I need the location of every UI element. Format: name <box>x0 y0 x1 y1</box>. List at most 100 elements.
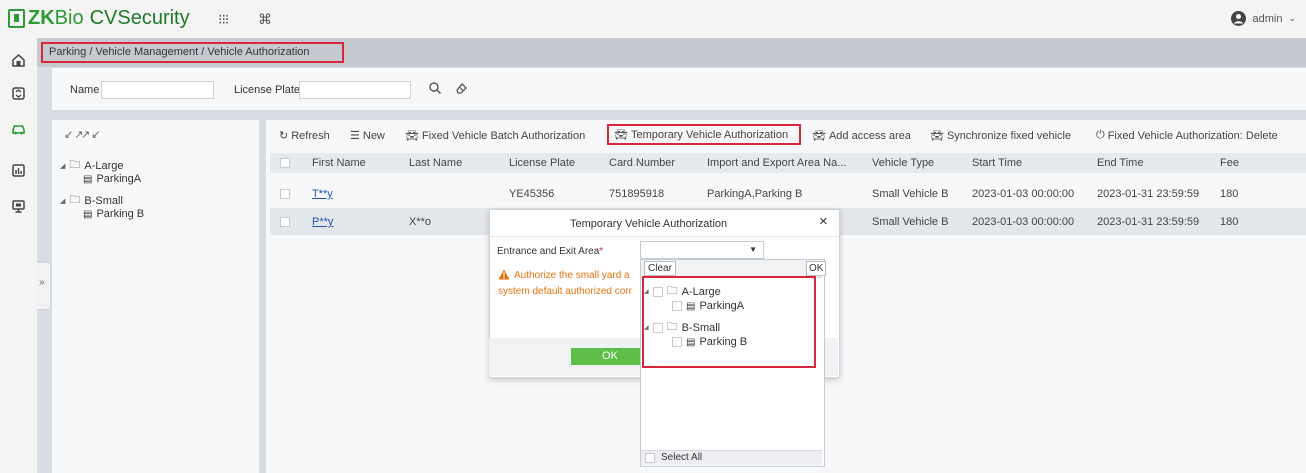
select-arrow-icon: ▼ <box>749 245 757 254</box>
col-card-number[interactable]: Card Number <box>609 157 675 169</box>
delete-label: Fixed Vehicle Authorization: Delete <box>1107 129 1278 142</box>
dialog-divider <box>490 236 839 237</box>
select-all-checkbox[interactable] <box>645 453 655 463</box>
monitor-icon[interactable] <box>11 199 26 214</box>
area-select[interactable]: ▼ <box>640 241 764 259</box>
batch-label: Fixed Vehicle Batch Authorization <box>421 129 586 142</box>
user-menu[interactable]: admin ⌄ <box>1231 11 1296 26</box>
car-icon: 🚘︎ <box>614 129 628 141</box>
delete-authorization-button[interactable]: ⏻ Fixed Vehicle Authorization: Delete <box>1096 129 1278 142</box>
cell-fee: 180 <box>1220 188 1239 200</box>
logo-product-text: CVSecurity <box>89 6 190 29</box>
highlight-box <box>642 276 816 368</box>
batch-authorization-button[interactable]: 🚘︎ Fixed Vehicle Batch Authorization <box>405 129 586 143</box>
chevron-down-icon: ⌄ <box>1288 13 1296 23</box>
cell-end-time: 2023-01-31 23:59:59 <box>1097 216 1200 228</box>
car-icon: 🚘︎ <box>812 130 826 142</box>
synchronize-button[interactable]: 🚘︎ Synchronize fixed vehicle <box>930 129 1072 143</box>
warning-text-2: system default authorized corr <box>498 286 632 297</box>
breadcrumb: Parking / Vehicle Management / Vehicle A… <box>41 42 344 63</box>
folder-icon: 🗀 <box>69 194 81 206</box>
new-label: New <box>362 129 385 142</box>
col-first-name[interactable]: First Name <box>312 157 366 169</box>
cell-fee: 180 <box>1220 216 1239 228</box>
elevator-icon[interactable] <box>11 86 26 101</box>
new-button[interactable]: ☰ New <box>350 129 385 143</box>
collapse-handle[interactable]: » <box>37 262 51 310</box>
col-end-time[interactable]: End Time <box>1097 157 1143 169</box>
caret-down-icon: ◢ <box>60 197 66 205</box>
license-plate-input[interactable] <box>299 81 411 99</box>
power-icon: ⏻ <box>1096 129 1105 141</box>
add-area-label: Add access area <box>828 129 911 142</box>
table-row[interactable]: T**y YE45356 751895918 ParkingA,Parking … <box>270 180 1306 207</box>
cell-license-plate: YE45356 <box>509 188 555 200</box>
caret-down-icon: ◢ <box>60 162 66 170</box>
logo-bio-text: Bio <box>54 6 84 29</box>
cell-card-number: 751895918 <box>609 188 665 200</box>
logo-mark-icon <box>8 8 25 28</box>
app-logo[interactable]: ZK Bio CVSecurity <box>8 6 190 30</box>
clear-search-icon[interactable] <box>454 81 468 95</box>
dropdown-clear-button[interactable]: Clear <box>644 261 676 276</box>
cell-area: ParkingA,Parking B <box>707 188 803 200</box>
name-label: Name <box>70 84 100 96</box>
access-control-icon[interactable] <box>11 53 26 68</box>
left-nav <box>0 38 38 473</box>
first-name-link[interactable]: P**y <box>312 216 333 228</box>
ok-button[interactable]: OK <box>571 348 649 365</box>
car-icon: 🚘︎ <box>930 130 944 142</box>
parking-icon[interactable] <box>11 121 26 136</box>
tree-label: A-Large <box>84 159 124 172</box>
tree-label: B-Small <box>84 194 123 207</box>
area-field-text: Entrance and Exit Area <box>497 246 600 257</box>
cell-end-time: 2023-01-31 23:59:59 <box>1097 188 1200 200</box>
refresh-label: Refresh <box>291 129 330 142</box>
module-grid-icon[interactable]: ⁝⁝⁝ <box>218 11 229 28</box>
cell-start-time: 2023-01-03 00:00:00 <box>972 216 1075 228</box>
col-last-name[interactable]: Last Name <box>409 157 462 169</box>
first-name-link[interactable]: T**y <box>312 188 333 200</box>
refresh-button[interactable]: ↻ Refresh <box>279 129 330 143</box>
name-input[interactable] <box>101 81 214 99</box>
select-all-rows-checkbox[interactable] <box>280 158 290 168</box>
col-start-time[interactable]: Start Time <box>972 157 1022 169</box>
username-label: admin <box>1252 12 1283 25</box>
tree-node-parking-b[interactable]: ▤ Parking B <box>83 208 144 220</box>
cell-start-time: 2023-01-03 00:00:00 <box>972 188 1075 200</box>
user-avatar-icon <box>1231 11 1247 26</box>
table-header: First Name Last Name License Plate Card … <box>270 153 1306 173</box>
logo-zk-text: ZK <box>28 6 55 29</box>
dialog-title: Temporary Vehicle Authorization <box>570 218 728 230</box>
cell-last-name: X**o <box>409 216 432 228</box>
parking-lot-icon: ▤ <box>83 208 93 220</box>
tree-node-parking-a[interactable]: ▤ ParkingA <box>83 173 141 185</box>
collapse-all-icon[interactable]: ↗↙ <box>81 128 101 141</box>
temporary-label: Temporary Vehicle Authorization <box>630 128 789 141</box>
col-vehicle-type[interactable]: Vehicle Type <box>872 157 934 169</box>
report-icon[interactable] <box>11 163 26 178</box>
sync-label: Synchronize fixed vehicle <box>946 129 1072 142</box>
col-license-plate[interactable]: License Plate <box>509 157 575 169</box>
refresh-icon: ↻ <box>279 130 289 142</box>
add-access-area-button[interactable]: 🚘︎ Add access area <box>812 129 911 143</box>
dropdown-ok-button[interactable]: OK <box>806 261 827 276</box>
select-all-label[interactable]: Select All <box>661 452 702 463</box>
parking-lot-icon: ▤ <box>83 173 93 185</box>
required-mark: * <box>599 246 604 257</box>
temporary-authorization-button[interactable]: 🚘︎ Temporary Vehicle Authorization <box>607 124 801 145</box>
col-fee[interactable]: Fee <box>1220 157 1239 169</box>
close-icon[interactable]: × <box>819 213 828 230</box>
license-plate-label: License Plate <box>234 84 301 96</box>
command-icon[interactable]: ⌘ <box>258 11 272 28</box>
add-list-icon: ☰ <box>350 130 360 142</box>
warning-text-1: Authorize the small yard a <box>514 270 630 281</box>
area-field-label: Entrance and Exit Area* <box>497 246 603 257</box>
folder-icon: 🗀 <box>69 159 81 171</box>
col-area[interactable]: Import and Export Area Na... <box>707 157 846 169</box>
row-checkbox[interactable] <box>280 217 290 227</box>
search-icon[interactable] <box>428 81 442 95</box>
row-checkbox[interactable] <box>280 189 290 199</box>
cell-vehicle-type: Small Vehicle B <box>872 188 949 200</box>
warning-icon <box>498 269 510 280</box>
